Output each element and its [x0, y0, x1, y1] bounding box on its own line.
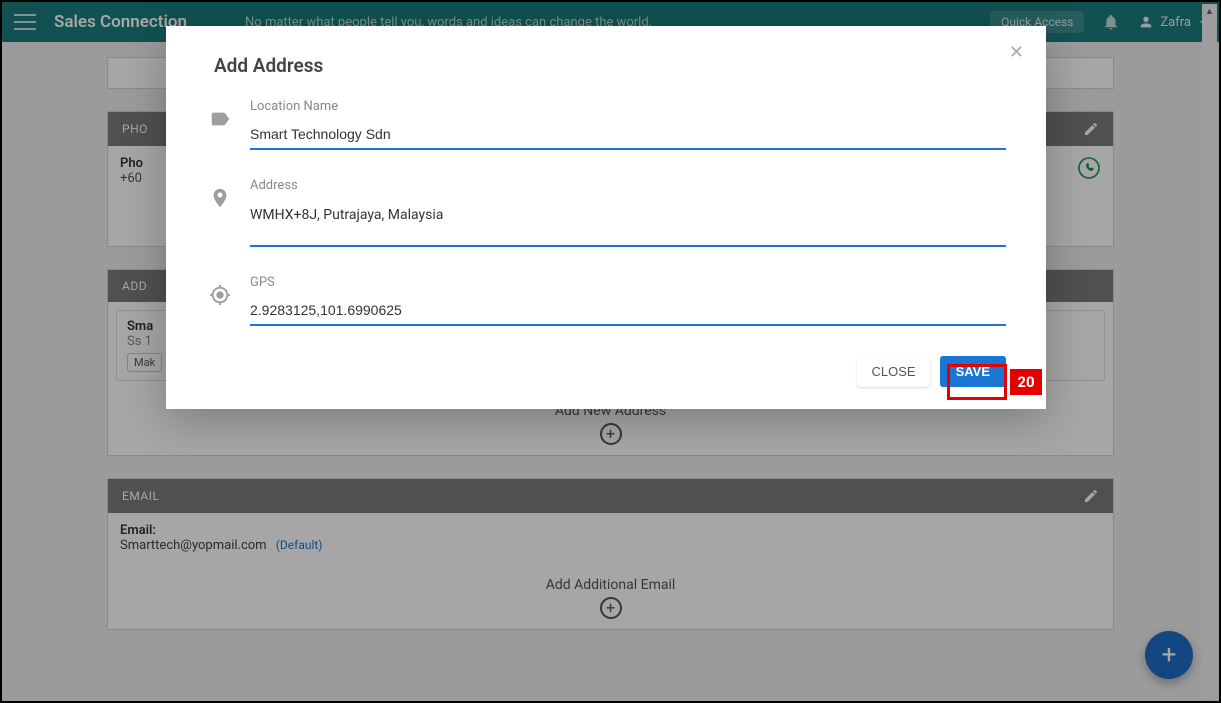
close-icon[interactable]: ✕: [1003, 36, 1030, 69]
save-button[interactable]: SAVE: [940, 356, 1006, 387]
gps-icon: [206, 281, 234, 309]
gps-label: GPS: [250, 275, 1006, 290]
label-icon: [206, 105, 234, 133]
modal-title: Add Address: [214, 54, 1006, 77]
gps-input[interactable]: [250, 296, 1006, 326]
close-button[interactable]: CLOSE: [857, 356, 929, 387]
address-label: Address: [250, 178, 1006, 193]
location-name-label: Location Name: [250, 99, 1006, 114]
add-address-modal: ✕ Add Address Location Name Address WMHX…: [166, 26, 1046, 409]
address-row: Address WMHX+8J, Putrajaya, Malaysia: [206, 178, 1006, 247]
annotation-callout: 20: [1010, 369, 1042, 395]
gps-row: GPS: [206, 275, 1006, 326]
location-name-input[interactable]: [250, 120, 1006, 150]
address-input[interactable]: WMHX+8J, Putrajaya, Malaysia: [250, 199, 1006, 247]
location-name-row: Location Name: [206, 99, 1006, 150]
modal-actions: CLOSE SAVE: [206, 356, 1006, 387]
pin-icon: [206, 184, 234, 212]
